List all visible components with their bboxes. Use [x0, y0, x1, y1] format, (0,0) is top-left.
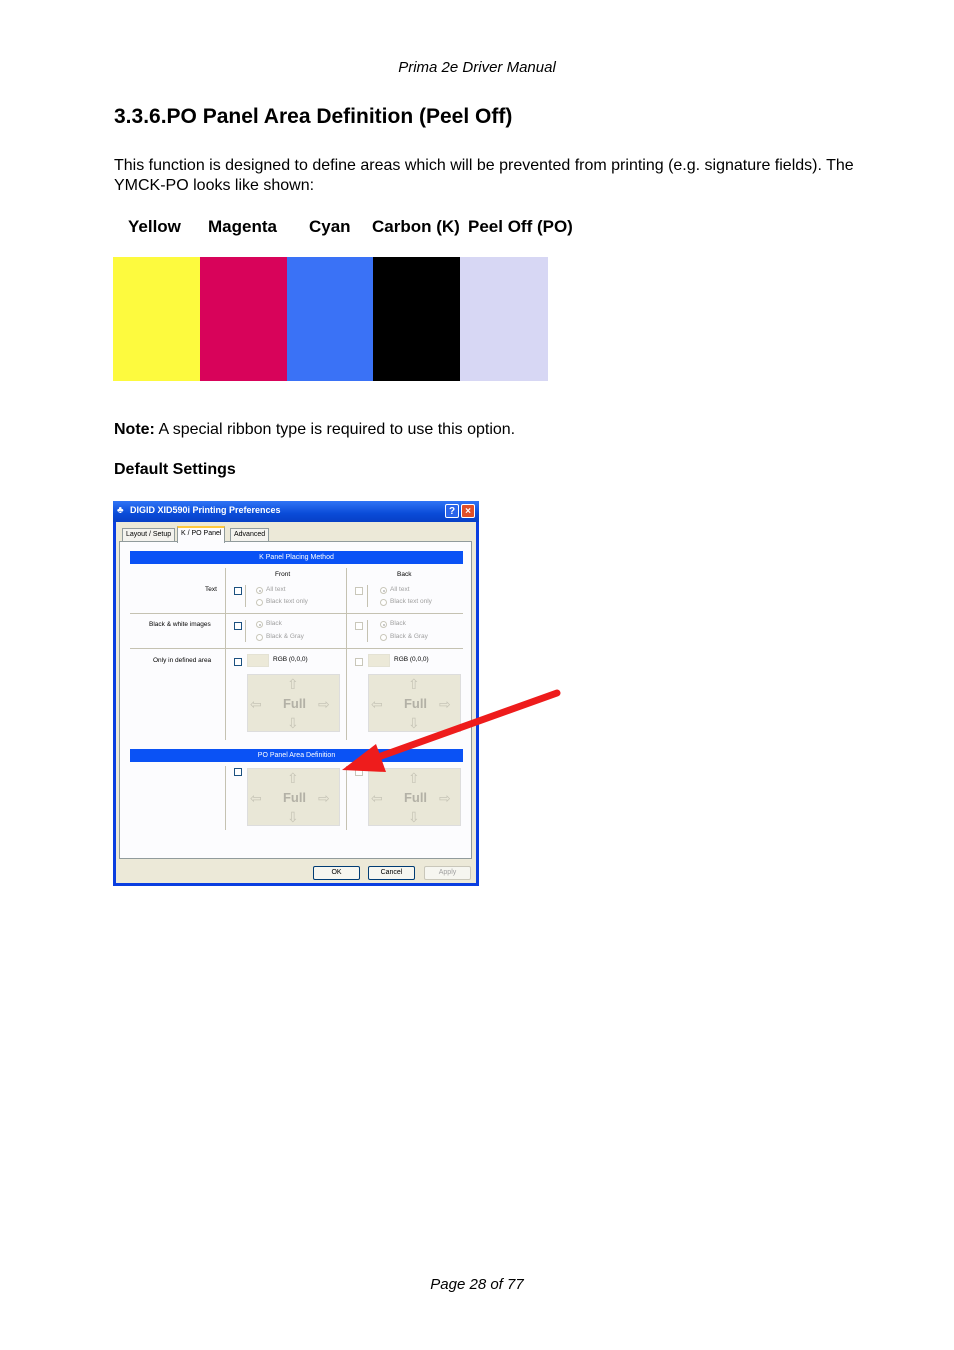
defined-area-row-label: Only in defined area: [153, 657, 212, 664]
text-back-separator: [367, 585, 368, 607]
ribbon-swatch-yellow: [113, 257, 200, 381]
annotation-arrow-icon: [342, 689, 561, 772]
help-button[interactable]: ?: [445, 504, 459, 518]
note-label: Note:: [114, 421, 155, 438]
page-header: Prima 2e Driver Manual: [398, 59, 556, 76]
black-text-back-radio[interactable]: [380, 599, 387, 606]
ribbon-swatch-cyan: [287, 257, 373, 381]
arrow-right-icon[interactable]: ⇨: [318, 697, 330, 711]
front-color-swatch[interactable]: [247, 654, 269, 667]
text-front-checkbox[interactable]: [234, 587, 242, 595]
ribbon-swatch-peel-off: [460, 257, 548, 381]
arrow-right-icon[interactable]: ⇨: [439, 791, 451, 805]
back-column-label: Back: [397, 571, 412, 578]
text-front-separator: [245, 585, 246, 607]
arrow-down-icon[interactable]: ⇩: [287, 810, 299, 824]
ribbon-label-yellow: Yellow: [128, 217, 181, 236]
tab-layout-setup[interactable]: Layout / Setup: [122, 528, 176, 541]
all-text-back-radio[interactable]: [380, 587, 387, 594]
po-front-area-selector[interactable]: ⇧ ⇦ Full ⇨ ⇩: [247, 768, 340, 826]
intro-paragraph: This function is designed to define area…: [114, 157, 854, 194]
text-back-checkbox[interactable]: [355, 587, 363, 595]
ribbon-swatch-carbon: [373, 257, 460, 381]
black-gray-back-radio[interactable]: [380, 634, 387, 641]
bw-images-front-checkbox[interactable]: [234, 622, 242, 630]
black-gray-back-label: Black & Gray: [390, 633, 428, 640]
k-panel-section-header: K Panel Placing Method: [130, 551, 463, 564]
tab-advanced[interactable]: Advanced: [230, 528, 270, 541]
printer-icon: ♣: [117, 505, 124, 516]
ribbon-swatch-magenta: [200, 257, 287, 381]
back-rgb-label: RGB (0,0,0): [394, 656, 429, 663]
defined-area-back-checkbox[interactable]: [355, 658, 363, 666]
po-label-column-separator: [225, 766, 226, 830]
bw-images-back-checkbox[interactable]: [355, 622, 363, 630]
bw-back-separator: [367, 620, 368, 642]
black-back-label: Black: [390, 620, 406, 627]
all-text-front-radio[interactable]: [256, 587, 263, 594]
note-paragraph: Note: A special ribbon type is required …: [114, 421, 515, 439]
black-front-label: Black: [266, 620, 282, 627]
text-row-label: Text: [205, 586, 217, 593]
black-text-front-label: Black text only: [266, 598, 308, 605]
dialog-titlebar: ♣ DIGID XID590i Printing Preferences ? ×: [113, 501, 479, 522]
k-front-area-selector[interactable]: ⇧ ⇦ Full ⇨ ⇩: [247, 674, 340, 732]
ribbon-label-magenta: Magenta: [208, 217, 277, 236]
ribbon-label-peel-off: Peel Off (PO): [468, 217, 573, 236]
page-footer: Page 28 of 77: [430, 1276, 524, 1293]
tab-k-po-panel[interactable]: K / PO Panel: [177, 526, 226, 543]
back-color-swatch[interactable]: [368, 654, 390, 667]
ribbon-label-carbon: Carbon (K): [372, 217, 460, 236]
arrow-down-icon[interactable]: ⇩: [287, 716, 299, 730]
front-column-label: Front: [275, 571, 291, 578]
arrow-up-icon[interactable]: ⇧: [287, 771, 299, 785]
black-gray-front-radio[interactable]: [256, 634, 263, 641]
ok-button[interactable]: OK: [313, 866, 360, 880]
black-text-back-label: Black text only: [390, 598, 432, 605]
section-title: 3.3.6.PO Panel Area Definition (Peel Off…: [114, 105, 513, 128]
all-text-front-label: All text: [266, 586, 286, 593]
close-button[interactable]: ×: [461, 504, 475, 518]
po-front-checkbox[interactable]: [234, 768, 242, 776]
arrow-down-icon[interactable]: ⇩: [408, 810, 420, 824]
label-column-separator: [225, 568, 226, 740]
black-back-radio[interactable]: [380, 621, 387, 628]
bw-front-separator: [245, 620, 246, 642]
arrow-right-icon[interactable]: ⇨: [318, 791, 330, 805]
row-divider: [130, 648, 463, 649]
default-settings-heading: Default Settings: [114, 461, 236, 478]
ribbon-label-cyan: Cyan: [309, 217, 351, 236]
arrow-up-icon[interactable]: ⇧: [287, 677, 299, 691]
dialog-title: DIGID XID590i Printing Preferences: [130, 505, 281, 515]
note-text: A special ribbon type is required to use…: [154, 421, 516, 438]
black-text-front-radio[interactable]: [256, 599, 263, 606]
apply-button[interactable]: Apply: [424, 866, 471, 880]
bw-images-row-label: Black & white images: [149, 621, 211, 628]
front-rgb-label: RGB (0,0,0): [273, 656, 308, 663]
row-divider: [130, 613, 463, 614]
black-front-radio[interactable]: [256, 621, 263, 628]
black-gray-front-label: Black & Gray: [266, 633, 304, 640]
cancel-button[interactable]: Cancel: [368, 866, 415, 880]
all-text-back-label: All text: [390, 586, 410, 593]
defined-area-front-checkbox[interactable]: [234, 658, 242, 666]
